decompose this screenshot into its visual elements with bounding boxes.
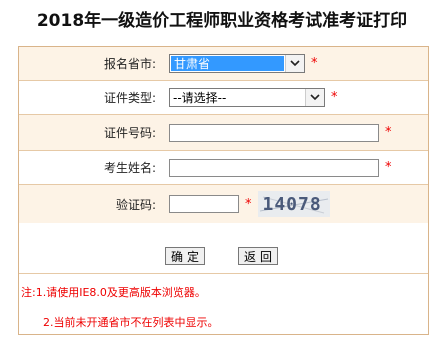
required-mark: * (245, 196, 252, 212)
captcha-image[interactable]: 14078 (257, 191, 330, 217)
back-button[interactable]: 返回 (238, 247, 278, 265)
required-mark: * (385, 160, 392, 175)
required-mark: * (311, 56, 318, 71)
row-id-number: 证件号码: * (19, 115, 428, 151)
captcha-label: 验证码: (115, 197, 156, 212)
id-number-input[interactable] (169, 123, 379, 142)
row-id-type: 证件类型: --请选择-- * (19, 81, 428, 115)
captcha-text: 14078 (262, 194, 322, 215)
name-input[interactable] (169, 158, 379, 177)
notes-section: 注:1.请使用IE8.0及更高版本浏览器。 2.当前未开通省市不在列表中显示。 (19, 273, 428, 334)
row-name: 考生姓名: * (19, 151, 428, 185)
page-title: 2018年一级造价工程师职业资格考试准考证打印 (36, 11, 408, 31)
confirm-button[interactable]: 确定 (165, 247, 205, 265)
note-item-1: 注:1.请使用IE8.0及更高版本浏览器。 (21, 284, 206, 300)
province-label: 报名省市: (103, 57, 156, 71)
province-select[interactable]: 甘肃省 (169, 54, 305, 73)
note-item-2: 2.当前未开通省市不在列表中显示。 (43, 316, 219, 329)
id-type-label: 证件类型: (103, 91, 156, 105)
name-label: 考生姓名: (103, 161, 156, 175)
province-selected-value: 甘肃省 (171, 56, 284, 71)
captcha-input[interactable] (169, 195, 239, 213)
admission-ticket-form: 报名省市: 甘肃省 * 证件类型: --请选择-- * 证件号码: * 考生姓名… (18, 46, 429, 335)
required-mark: * (331, 90, 338, 105)
required-mark: * (385, 125, 392, 140)
row-captcha: 验证码: * 14078 (19, 185, 428, 223)
note-text-1: 1.请使用IE8.0及更高版本浏览器。 (35, 286, 206, 299)
id-type-selected-value: --请选择-- (173, 91, 227, 105)
note-prefix: 注: (21, 286, 36, 299)
id-type-select[interactable]: --请选择-- (169, 88, 325, 107)
id-number-label: 证件号码: (103, 126, 156, 140)
chevron-down-icon[interactable] (285, 55, 304, 72)
button-bar: 确定 返回 (19, 243, 428, 273)
row-province: 报名省市: 甘肃省 * (19, 47, 428, 81)
chevron-down-icon[interactable] (305, 89, 324, 106)
